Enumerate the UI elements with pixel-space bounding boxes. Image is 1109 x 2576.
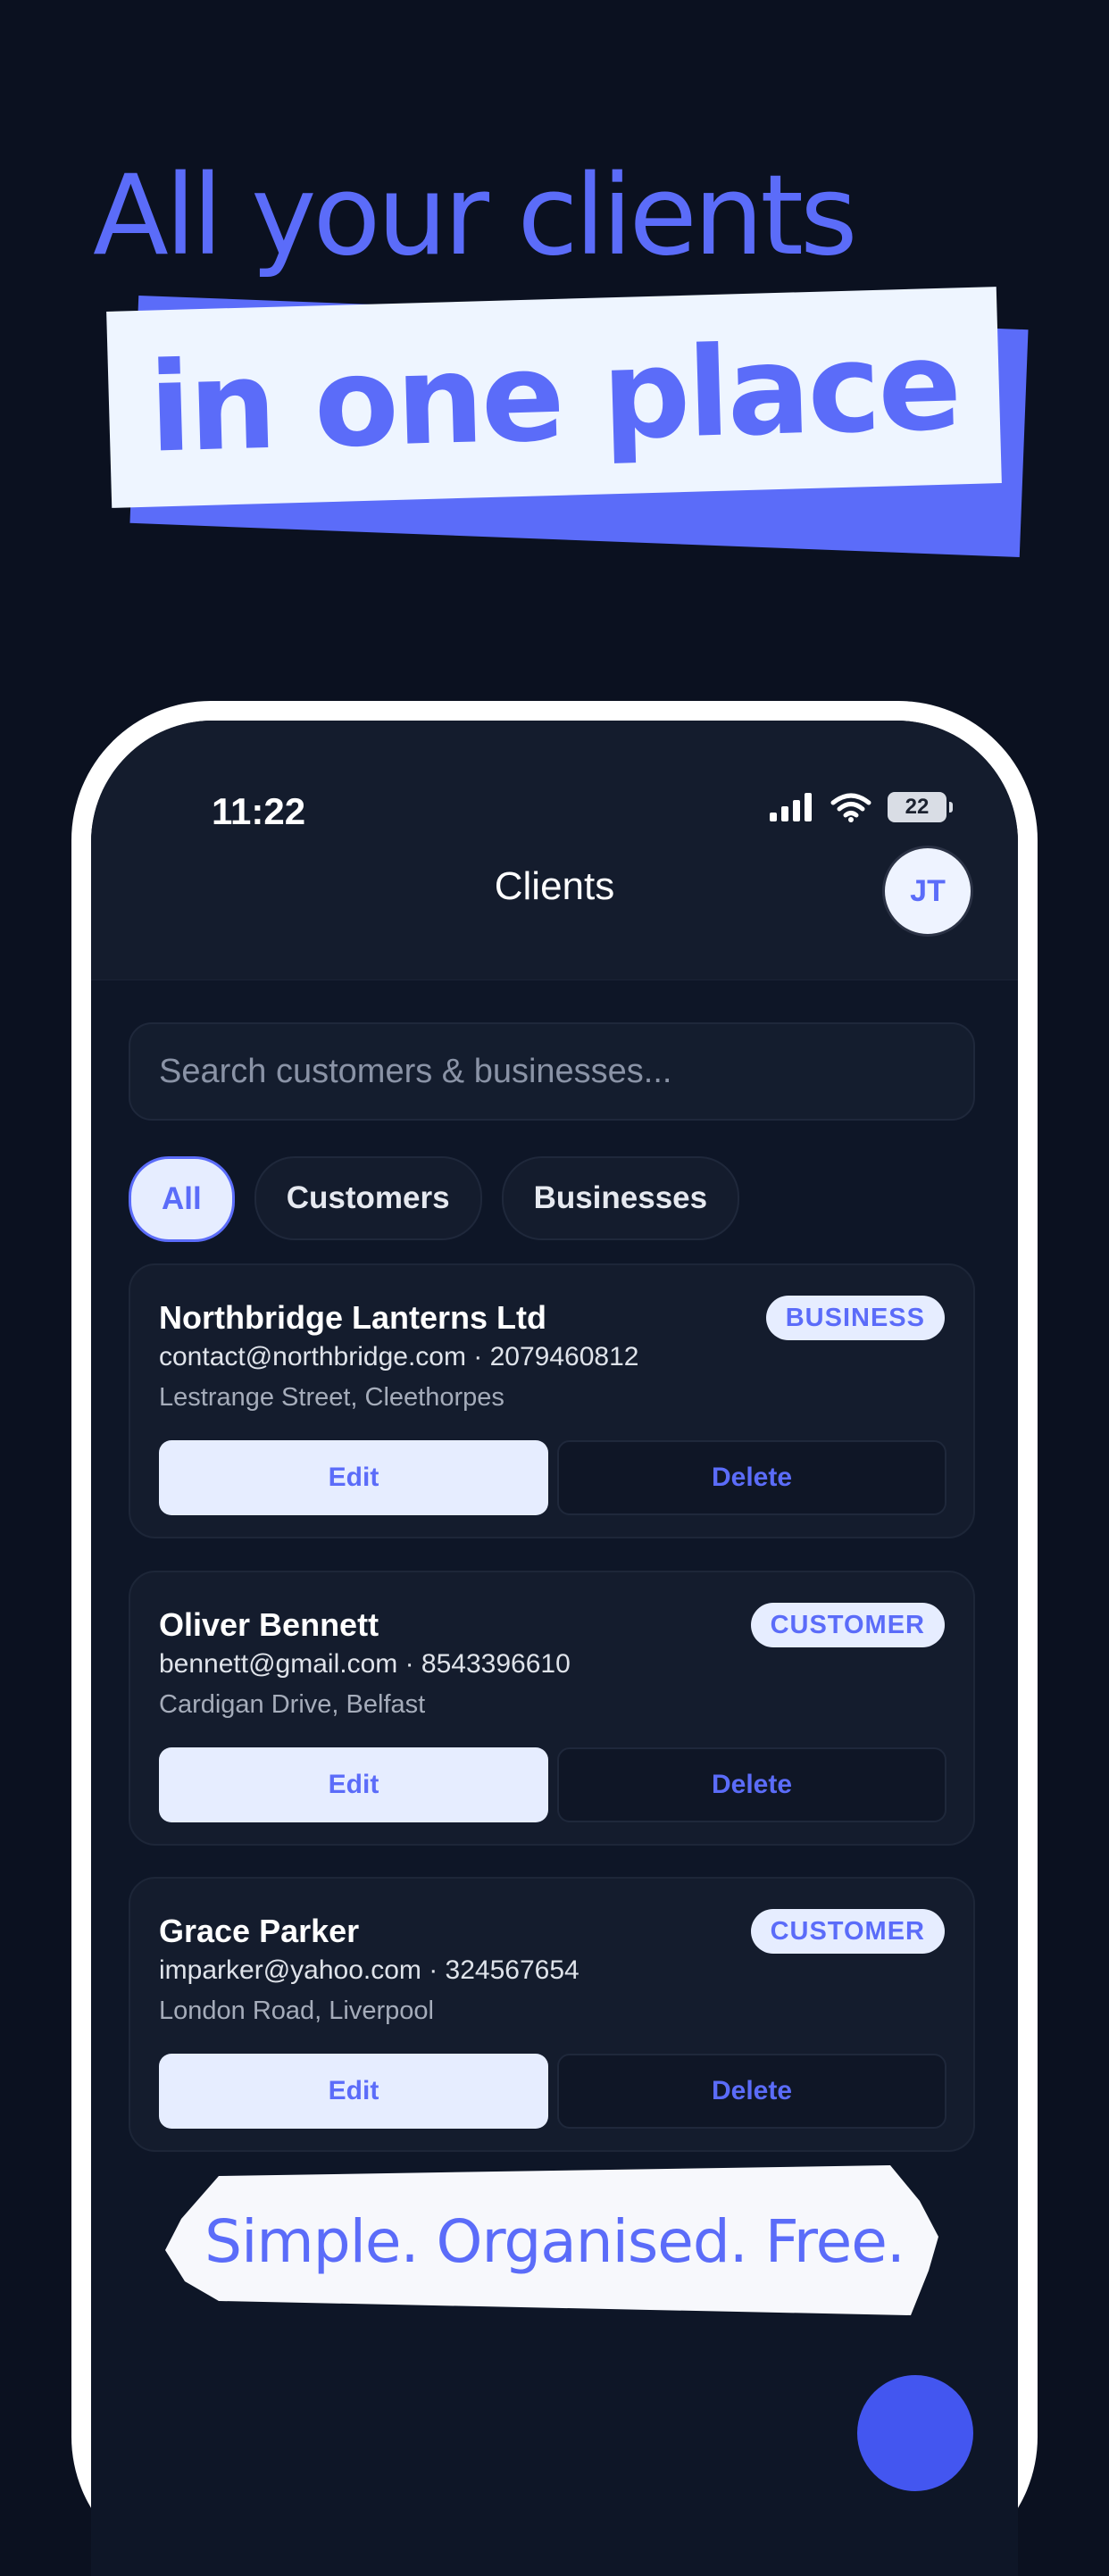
- filter-chip-label: Customers: [286, 1180, 450, 1215]
- tagline-ribbon: Simple. Organised. Free.: [165, 2165, 944, 2317]
- battery-level: 22: [905, 795, 930, 819]
- delete-button[interactable]: Delete: [557, 2054, 946, 2129]
- edit-button[interactable]: Edit: [159, 2054, 548, 2129]
- promo-banner: in one place: [106, 287, 1002, 508]
- filter-chip-label: All: [162, 1181, 202, 1216]
- promo-tagline: Simple. Organised. Free.: [204, 2206, 905, 2276]
- filter-chip-all[interactable]: All: [129, 1156, 235, 1242]
- filter-chip-businesses[interactable]: Businesses: [501, 1156, 740, 1240]
- client-contact: contact@northbridge.com · 2079460812: [159, 1342, 639, 1371]
- search-input[interactable]: Search customers & businesses...: [129, 1022, 975, 1121]
- promo-banner-text: in one place: [146, 313, 961, 480]
- wifi-icon: [830, 793, 871, 822]
- client-card: Northbridge Lanterns Ltd BUSINESS contac…: [129, 1263, 975, 1538]
- add-client-button[interactable]: [857, 2375, 973, 2491]
- delete-button[interactable]: Delete: [557, 1440, 946, 1515]
- filter-chip-customers[interactable]: Customers: [254, 1156, 482, 1240]
- search-placeholder: Search customers & businesses...: [159, 1052, 672, 1090]
- nav-bar: Clients JT: [91, 837, 1018, 980]
- edit-button[interactable]: Edit: [159, 1440, 548, 1515]
- filter-chips: All Customers Businesses: [129, 1156, 740, 1242]
- delete-button[interactable]: Delete: [557, 1747, 946, 1822]
- client-contact: imparker@yahoo.com · 324567654: [159, 1955, 580, 1985]
- status-icons: 22: [770, 792, 953, 822]
- signal-icon: [770, 793, 812, 821]
- client-type-badge: CUSTOMER: [750, 1909, 945, 1954]
- client-name: Northbridge Lanterns Ltd: [159, 1299, 546, 1336]
- edit-button[interactable]: Edit: [159, 1747, 548, 1822]
- client-name: Oliver Bennett: [159, 1606, 379, 1643]
- client-card: Grace Parker CUSTOMER imparker@yahoo.com…: [129, 1877, 975, 2152]
- battery-icon: 22: [888, 792, 953, 822]
- promo-headline: All your clients: [93, 152, 858, 280]
- client-type-badge: BUSINESS: [765, 1296, 945, 1340]
- page-title: Clients: [494, 864, 615, 908]
- status-time: 11:22: [212, 790, 306, 832]
- client-contact: bennett@gmail.com · 8543396610: [159, 1649, 571, 1679]
- client-address: Cardigan Drive, Belfast: [159, 1690, 426, 1719]
- client-name: Grace Parker: [159, 1913, 360, 1949]
- client-card: Oliver Bennett CUSTOMER bennett@gmail.co…: [129, 1571, 975, 1846]
- avatar-initials: JT: [910, 873, 946, 908]
- status-bar: 11:22 22: [91, 721, 1018, 837]
- client-address: London Road, Liverpool: [159, 1997, 434, 2025]
- client-address: Lestrange Street, Cleethorpes: [159, 1383, 504, 1412]
- filter-chip-label: Businesses: [533, 1180, 708, 1215]
- avatar[interactable]: JT: [882, 846, 973, 937]
- client-type-badge: CUSTOMER: [750, 1603, 945, 1647]
